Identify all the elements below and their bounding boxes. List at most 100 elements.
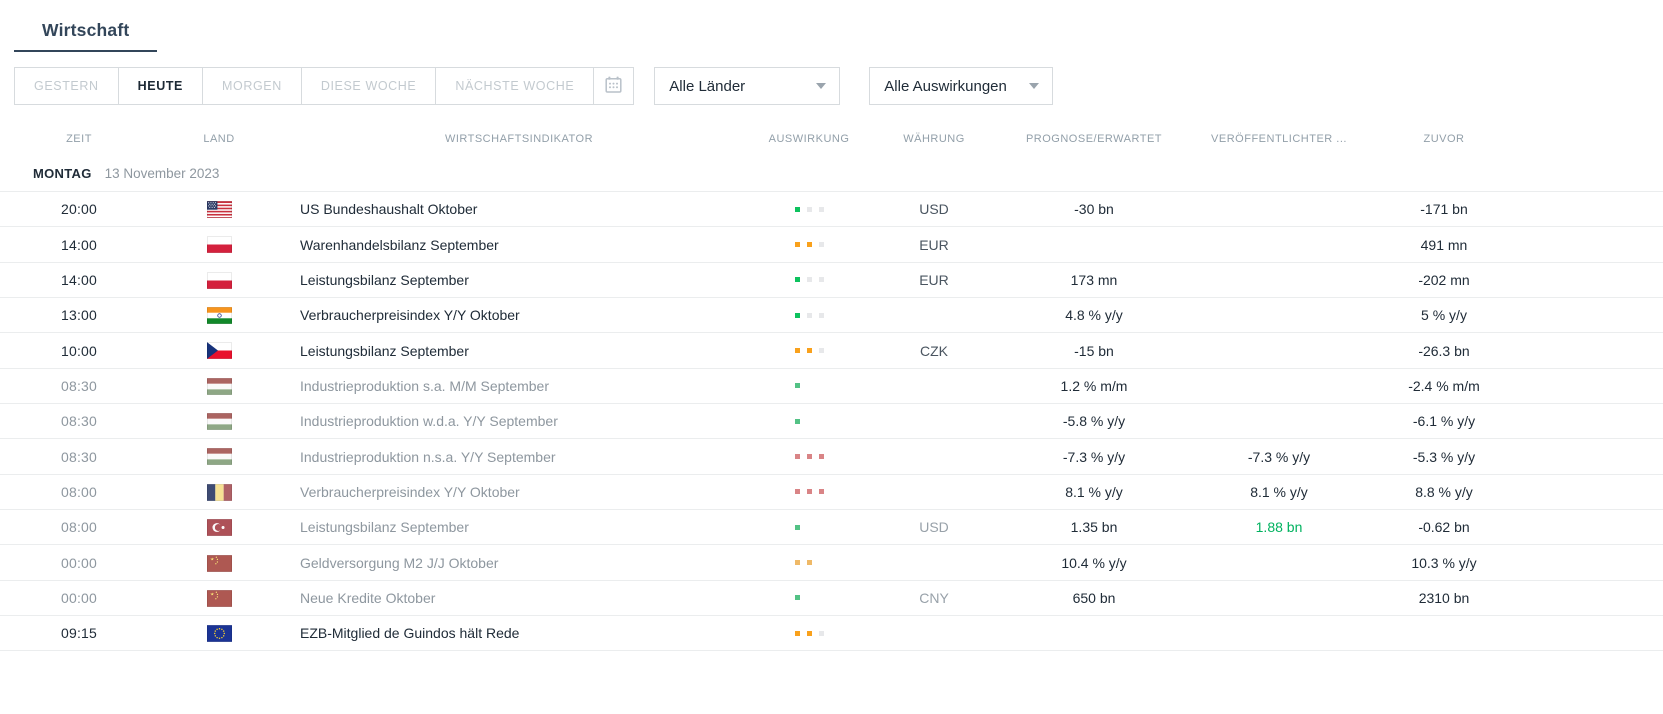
economic-calendar-table: ZEIT LAND WIRTSCHAFTSINDIKATOR AUSWIRKUNG WÄ… [0, 122, 1663, 652]
event-country [144, 483, 294, 501]
event-row[interactable]: 14:00 Leistungsbilanz September EUR 173 … [0, 263, 1663, 299]
orange-impact-dot [806, 630, 812, 636]
event-row[interactable]: 08:00 Verbraucherpreisindex Y/Y Oktober … [0, 475, 1663, 511]
event-currency: EUR [919, 271, 949, 288]
event-row[interactable]: 00:00 Neue Kredite Oktober CNY 650 bn 23… [0, 581, 1663, 617]
green-impact-dot [794, 418, 800, 424]
tab-wirtschaft[interactable]: Wirtschaft [14, 14, 158, 52]
event-time: 10:00 [60, 342, 98, 359]
chevron-down-icon [816, 83, 827, 89]
event-previous: -171 bn [1420, 201, 1468, 218]
event-forecast: -7.3 % y/y [1062, 448, 1126, 465]
event-currency: USD [919, 519, 949, 536]
gray-impact-dot [806, 383, 812, 389]
event-forecast: -15 bn [1074, 342, 1114, 359]
red-impact-dot [818, 489, 824, 495]
event-row[interactable]: 20:00 US Bundeshaushalt Oktober USD -30 … [0, 192, 1663, 228]
gray-impact-dot [806, 312, 812, 318]
flag-ro-icon [206, 483, 232, 501]
impact-indicator [744, 242, 874, 248]
event-indicator: Industrieproduktion n.s.a. Y/Y September [300, 448, 556, 465]
table-header-row: ZEIT LAND WIRTSCHAFTSINDIKATOR AUSWIRKUNG WÄ… [0, 122, 1663, 156]
flag-hu-icon [206, 377, 232, 395]
event-indicator: Geldversorgung M2 J/J Oktober [300, 554, 499, 571]
event-indicator: Neue Kredite Oktober [300, 589, 436, 606]
column-header-land: LAND [203, 133, 235, 145]
event-previous: 8.8 % y/y [1415, 483, 1473, 500]
range-button-heute[interactable]: HEUTE [117, 68, 202, 104]
flag-tr-icon [206, 519, 232, 536]
impact-filter-select[interactable]: Alle Auswirkungen [869, 67, 1054, 105]
gray-impact-dot [806, 277, 812, 283]
event-country [144, 412, 294, 430]
event-country [144, 200, 294, 218]
impact-indicator [744, 595, 874, 601]
event-forecast: 650 bn [1072, 589, 1116, 606]
event-row[interactable]: 13:00 Verbraucherpreisindex Y/Y Oktober … [0, 298, 1663, 334]
gray-impact-dot [806, 206, 812, 212]
flag-hu-icon [206, 448, 232, 466]
event-actual: 8.1 % y/y [1250, 483, 1308, 500]
impact-indicator [744, 489, 874, 495]
event-country [144, 589, 294, 607]
range-button-n-chste-woche[interactable]: NÄCHSTE WOCHE [435, 68, 594, 104]
event-row[interactable]: 10:00 Leistungsbilanz September CZK -15 … [0, 333, 1663, 369]
red-impact-dot [806, 489, 812, 495]
column-header-zuvor: ZUVOR [1423, 133, 1465, 145]
event-country [144, 448, 294, 466]
flag-cn-icon [206, 554, 232, 572]
event-row[interactable]: 14:00 Warenhandelsbilanz September EUR 4… [0, 227, 1663, 263]
event-row[interactable]: 00:00 Geldversorgung M2 J/J Oktober 10.4… [0, 545, 1663, 581]
date-range-button-group: GESTERN HEUTE MORGEN DIESE WOCHE NÄCHSTE WOC… [14, 67, 635, 105]
event-previous: -202 mn [1418, 271, 1470, 288]
range-button-gestern[interactable]: GESTERN [15, 68, 118, 104]
event-time: 09:15 [60, 625, 98, 642]
event-row[interactable]: 09:15 EZB-Mitglied de Guindos hält Rede [0, 616, 1663, 652]
impact-indicator [744, 383, 874, 389]
group-day-label: MONTAG [33, 166, 92, 181]
flag-pl-icon [206, 271, 232, 289]
impact-indicator [744, 560, 874, 566]
column-header-zeit: ZEIT [66, 133, 92, 145]
event-time: 00:00 [60, 554, 98, 571]
event-time: 13:00 [60, 307, 98, 324]
event-currency: CNY [919, 589, 949, 606]
gray-impact-dot [818, 524, 824, 530]
event-forecast: 8.1 % y/y [1065, 483, 1123, 500]
event-indicator: Verbraucherpreisindex Y/Y Oktober [300, 483, 520, 500]
event-row[interactable]: 08:00 Leistungsbilanz September USD 1.35… [0, 510, 1663, 546]
gray-impact-dot [818, 277, 824, 283]
event-country [144, 624, 294, 643]
table-body: 20:00 US Bundeshaushalt Oktober USD -30 … [0, 192, 1663, 652]
impact-indicator [744, 418, 874, 424]
country-filter-value: Alle Länder [669, 77, 746, 95]
gray-impact-dot [818, 560, 824, 566]
tabbar: Wirtschaft [0, 0, 1663, 52]
event-time: 20:00 [60, 201, 98, 218]
event-row[interactable]: 08:30 Industrieproduktion n.s.a. Y/Y Sep… [0, 439, 1663, 475]
range-button-diese-woche[interactable]: DIESE WOCHE [300, 68, 436, 104]
event-row[interactable]: 08:30 Industrieproduktion w.d.a. Y/Y Sep… [0, 404, 1663, 440]
flag-in-icon [206, 307, 232, 324]
impact-indicator [744, 312, 874, 318]
calendar-picker-button[interactable] [593, 68, 634, 104]
event-actual: -7.3 % y/y [1247, 448, 1311, 465]
event-time: 00:00 [60, 589, 98, 606]
country-filter-select[interactable]: Alle Länder [654, 67, 841, 105]
column-header-veroeffentlichter: VERÖFFENTLICHTER ... [1211, 133, 1347, 145]
event-forecast: -30 bn [1074, 201, 1114, 218]
event-previous: 491 mn [1420, 236, 1468, 253]
group-date-label: 13 November 2023 [104, 166, 220, 181]
event-indicator: Verbraucherpreisindex Y/Y Oktober [300, 307, 520, 324]
flag-eu-icon [206, 625, 232, 643]
event-indicator: Leistungsbilanz September [300, 271, 469, 288]
event-country [144, 271, 294, 289]
gray-impact-dot [806, 524, 812, 530]
event-forecast: -5.8 % y/y [1062, 413, 1126, 430]
gray-impact-dot [818, 418, 824, 424]
range-button-morgen[interactable]: MORGEN [202, 68, 301, 104]
event-row[interactable]: 08:30 Industrieproduktion s.a. M/M Septe… [0, 369, 1663, 405]
column-header-wirtschaftsindikator: WIRTSCHAFTSINDIKATOR [444, 133, 594, 145]
event-forecast: 1.2 % m/m [1060, 377, 1128, 394]
event-previous: -0.62 bn [1418, 519, 1470, 536]
